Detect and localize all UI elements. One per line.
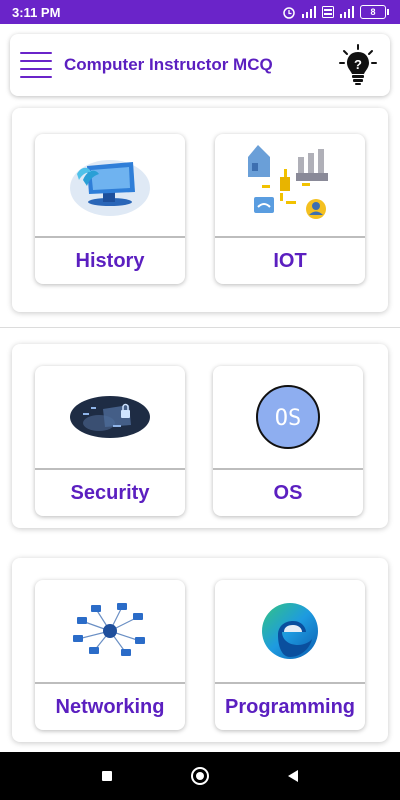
os-badge-text: OS (275, 406, 302, 431)
network-computers-icon (35, 580, 185, 682)
category-card-programming[interactable]: Programming (215, 580, 365, 730)
status-bar: 3:11 PM 8 (0, 0, 400, 24)
status-icons: 8 (282, 5, 389, 19)
security-lock-icon (35, 366, 185, 468)
battery-level: 8 (370, 7, 376, 17)
hamburger-menu-icon[interactable] (20, 52, 52, 78)
signal-icon (302, 6, 316, 18)
app-bar: Computer Instructor MCQ ? (10, 34, 390, 96)
category-card-networking[interactable]: Networking (35, 580, 185, 730)
category-label-programming: Programming (224, 695, 356, 718)
category-label-os: OS (273, 481, 303, 504)
category-card-security[interactable]: Security (35, 366, 185, 516)
category-card-os[interactable]: OS OS (213, 366, 363, 516)
back-icon[interactable] (278, 761, 308, 791)
os-badge-icon: OS (213, 366, 363, 468)
alarm-icon (283, 7, 295, 19)
category-label-security: Security (70, 481, 150, 504)
category-panel-1: History IOT (12, 108, 388, 312)
battery-icon: 8 (360, 5, 389, 19)
section-divider (0, 327, 400, 328)
volte-icon (322, 6, 334, 18)
category-label-history: History (75, 249, 145, 272)
category-label-iot: IOT (273, 249, 307, 272)
wifi-signal-icon (340, 6, 354, 18)
edge-browser-icon (215, 580, 365, 682)
home-icon[interactable] (185, 761, 215, 791)
status-time: 3:11 PM (12, 4, 61, 20)
system-nav-bar (0, 752, 400, 800)
category-card-history[interactable]: History (35, 134, 185, 284)
category-panel-2: Security OS OS (12, 344, 388, 528)
lightbulb-idea-icon[interactable]: ? (338, 43, 378, 87)
app-title: Computer Instructor MCQ (64, 55, 273, 74)
category-panel-3: Networking Programming (12, 558, 388, 742)
computer-history-icon (35, 134, 185, 236)
svg-text:?: ? (354, 57, 362, 72)
recent-apps-icon[interactable] (92, 761, 122, 791)
category-card-iot[interactable]: IOT (215, 134, 365, 284)
iot-network-icon (215, 134, 365, 236)
category-label-networking: Networking (55, 695, 165, 718)
